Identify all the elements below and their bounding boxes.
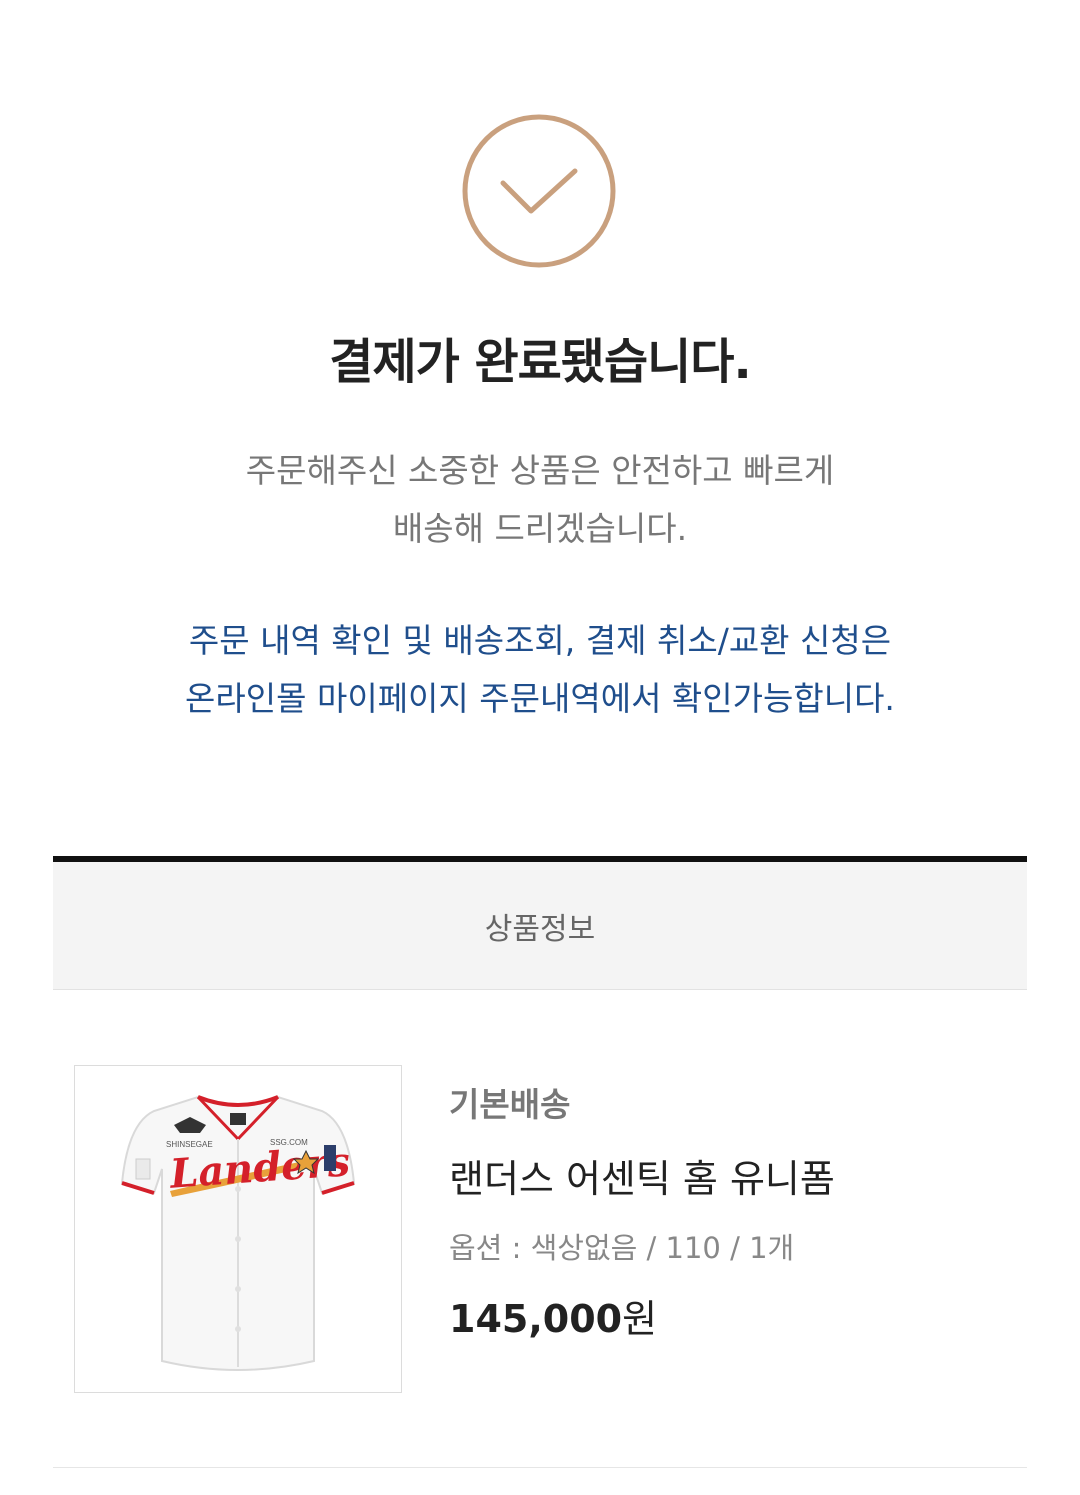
- divider: [53, 1467, 1027, 1468]
- product-name[interactable]: 랜더스 어센틱 홈 유니폼: [449, 1152, 1009, 1206]
- product-price: 145,000원: [449, 1292, 1009, 1346]
- notice-line-1: 주문 내역 확인 및 배송조회, 결제 취소/교환 신청은: [188, 621, 892, 660]
- price-amount: 145,000: [449, 1297, 623, 1341]
- thank-you-message: 주문해주신 소중한 상품은 안전하고 빠르게 배송해 드리겠습니다.: [0, 442, 1080, 558]
- option-label: 옵션 :: [449, 1231, 531, 1265]
- checkmark-circle-icon: [462, 114, 616, 268]
- jersey-image: SHINSEGAE SSG.COM Landers: [120, 1095, 356, 1371]
- product-thumbnail[interactable]: SHINSEGAE SSG.COM Landers: [74, 1065, 402, 1393]
- delivery-type: 기본배송: [449, 1085, 571, 1124]
- price-unit: 원: [622, 1297, 658, 1341]
- payment-complete-title: 결제가 완료됐습니다.: [329, 334, 751, 390]
- product-info-header: 상품정보: [53, 856, 1027, 990]
- notice-line-2: 온라인몰 마이페이지 주문내역에서 확인가능합니다.: [185, 679, 895, 718]
- thank-you-line-1: 주문해주신 소중한 상품은 안전하고 빠르게: [245, 451, 835, 490]
- thank-you-line-2: 배송해 드리겠습니다.: [392, 509, 688, 548]
- product-info: 기본배송 랜더스 어센틱 홈 유니폼 옵션 : 색상없음 / 110 / 1개 …: [449, 1080, 1009, 1346]
- order-history-notice: 주문 내역 확인 및 배송조회, 결제 취소/교환 신청은 온라인몰 마이페이지…: [0, 612, 1080, 728]
- option-value: 색상없음 / 110 / 1개: [530, 1231, 795, 1265]
- product-info-header-label: 상품정보: [484, 911, 596, 947]
- product-option: 옵션 : 색상없음 / 110 / 1개: [449, 1226, 1009, 1270]
